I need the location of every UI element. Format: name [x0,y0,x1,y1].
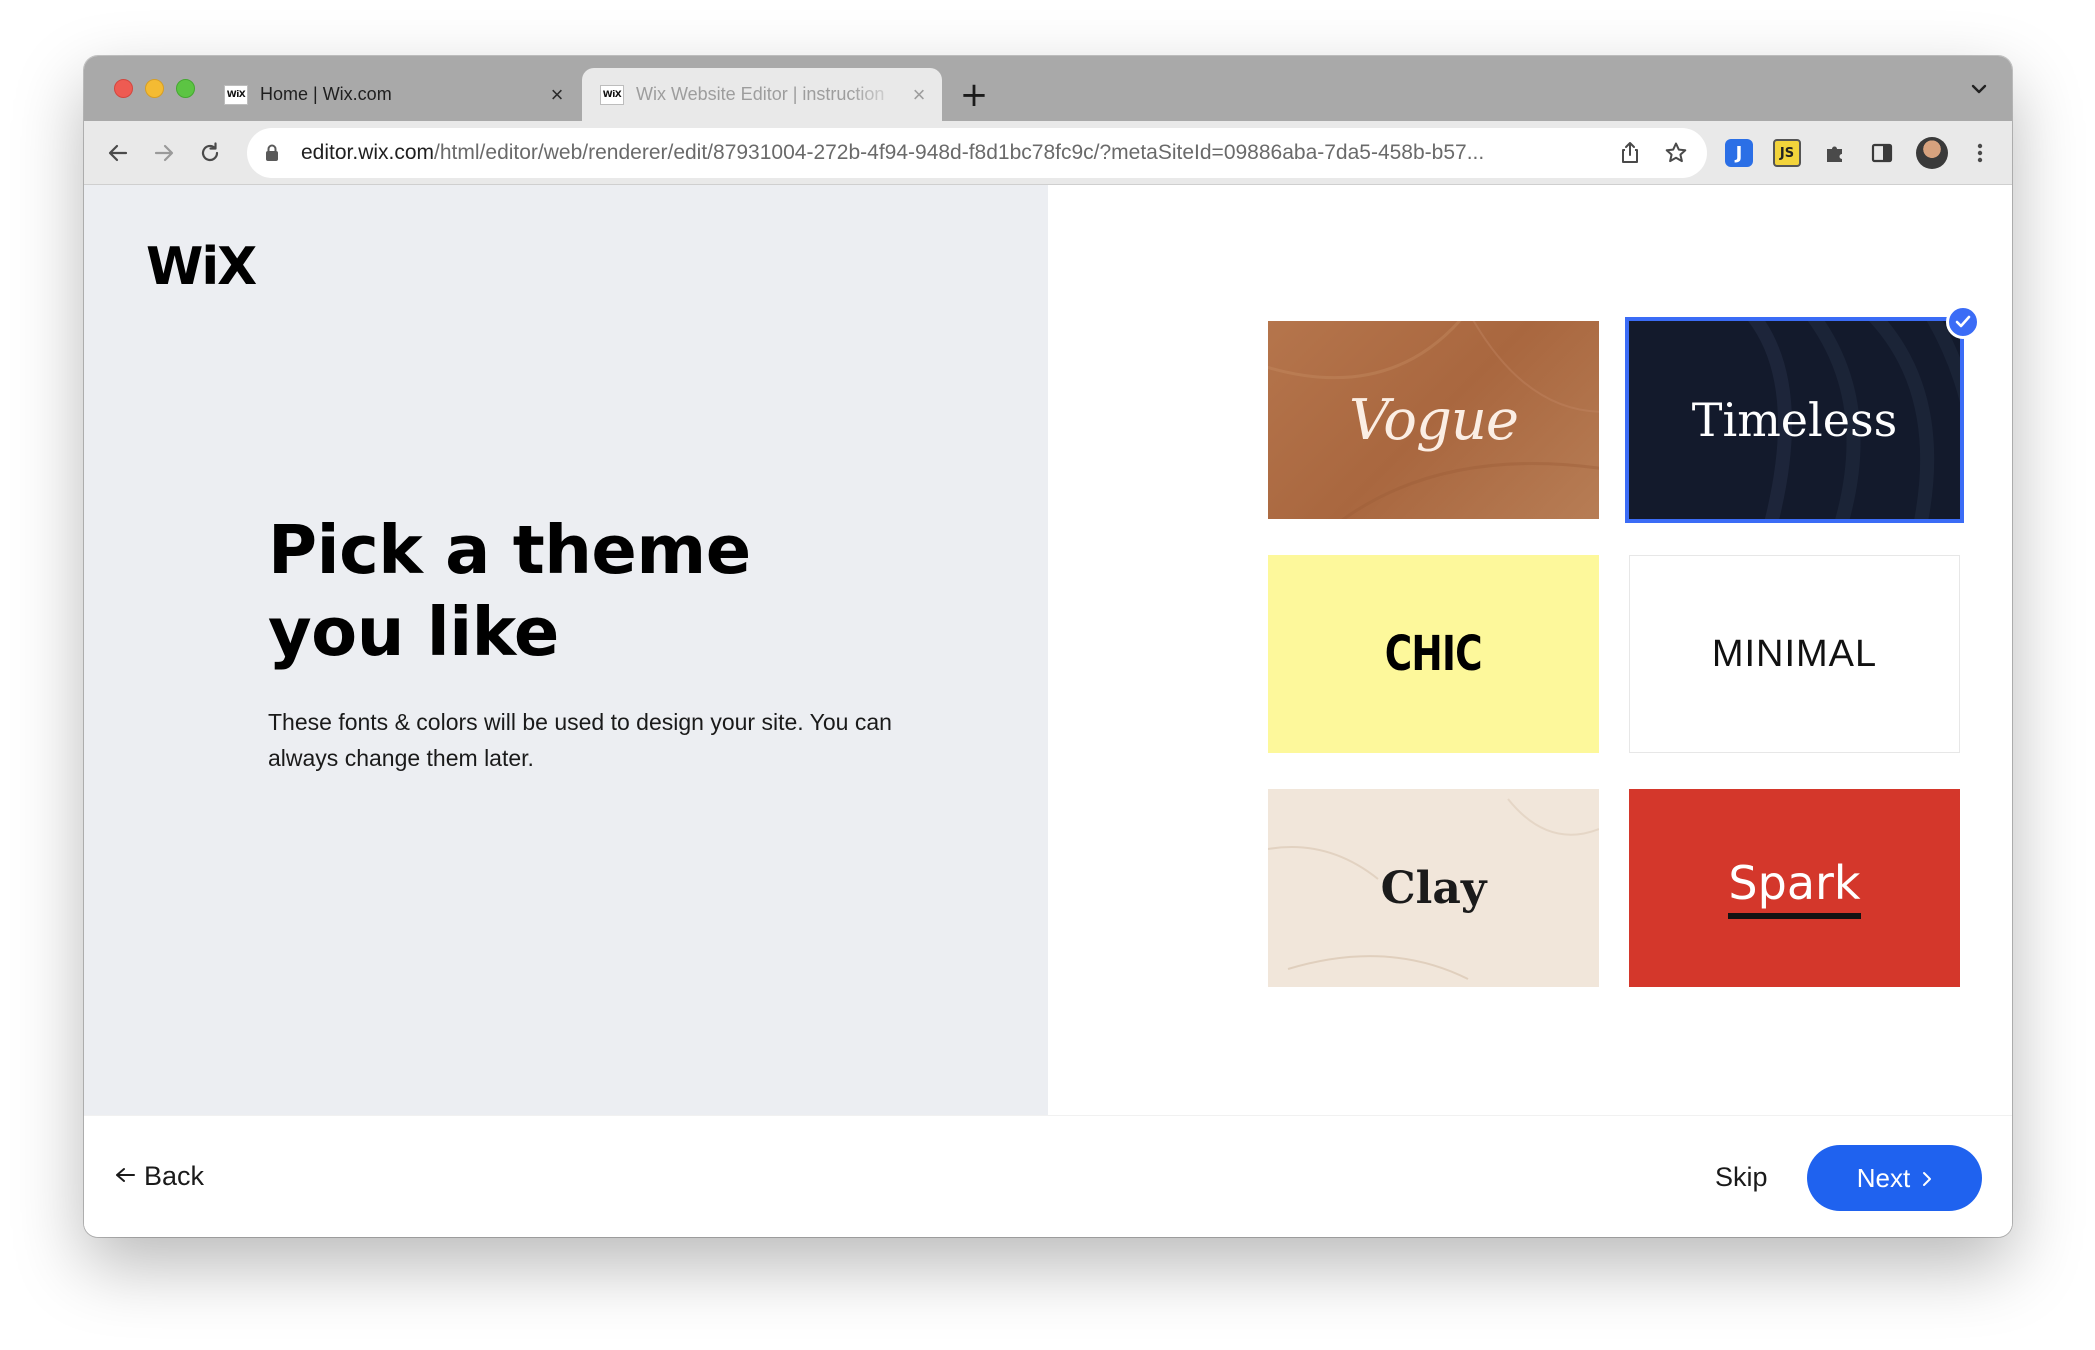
star-icon[interactable] [1661,138,1691,168]
lock-icon [265,144,283,162]
close-window-button[interactable] [114,79,133,98]
browser-window: WiX Home | Wix.com × WiX Wix Website Edi… [84,56,2012,1237]
chevron-right-icon [1922,1163,1932,1194]
wix-favicon-icon: WiX [224,84,248,105]
wix-favicon-icon: WiX [600,84,624,105]
tab-title: Wix Website Editor | instruction [636,84,885,104]
puzzle-icon[interactable] [1821,139,1849,167]
profile-avatar[interactable] [1916,137,1948,169]
tab-strip: WiX Home | Wix.com × WiX Wix Website Edi… [84,56,2012,121]
url-path: /html/editor/web/renderer/edit/87931004-… [434,141,1485,164]
back-label: Back [144,1160,205,1191]
theme-picker: Vogue Timeless CHIC MINIMAL Clay Spark [1048,185,2012,1116]
theme-card-vogue[interactable]: Vogue [1268,321,1599,519]
tab-title: Home | Wix.com [260,84,392,104]
theme-card-timeless[interactable]: Timeless [1625,317,1964,523]
back-arrow-icon [114,1161,136,1192]
url-host: editor.wix.com [301,141,435,164]
next-label: Next [1856,1162,1911,1193]
theme-card-chic[interactable]: CHIC [1268,555,1599,753]
wix-logo: WiX [146,237,257,297]
back-button[interactable]: Back [114,1156,204,1196]
theme-label: Vogue [1348,387,1519,453]
extension-js-icon[interactable]: JS [1773,139,1801,167]
sidepanel-icon[interactable] [1868,139,1896,167]
theme-card-minimal[interactable]: MINIMAL [1629,555,1960,753]
address-bar[interactable]: editor.wix.com/html/editor/web/renderer/… [247,128,1707,178]
next-button[interactable]: Next [1807,1145,1982,1211]
selected-check-icon [1946,305,1980,339]
reload-icon[interactable] [196,139,224,167]
back-arrow-icon[interactable] [104,139,132,167]
tab-wix-editor[interactable]: WiX Wix Website Editor | instruction × [582,68,942,121]
theme-label: MINIMAL [1711,632,1878,675]
page-description: These fonts & colors will be used to des… [268,709,892,771]
theme-label: Timeless [1691,393,1898,447]
page-title: Pick a theme you like [268,511,751,671]
page-content: WiX Pick a theme you like These fonts & … [84,185,2012,1237]
theme-card-spark[interactable]: Spark [1629,789,1960,987]
theme-card-clay[interactable]: Clay [1268,789,1599,987]
forward-arrow-icon[interactable] [150,139,178,167]
browser-toolbar: editor.wix.com/html/editor/web/renderer/… [84,121,2012,185]
url-text: editor.wix.com/html/editor/web/renderer/… [301,141,1615,165]
kebab-menu-icon[interactable] [1966,139,1994,167]
theme-label: Clay [1380,862,1487,914]
tab-home-wix[interactable]: WiX Home | Wix.com × [220,68,572,121]
theme-label: Spark [1728,857,1861,919]
share-icon[interactable] [1615,138,1645,168]
minimize-window-button[interactable] [145,79,164,98]
close-tab-icon[interactable]: × [904,82,934,108]
skip-button[interactable]: Skip [1715,1162,1768,1193]
new-tab-button[interactable]: + [952,73,996,117]
theme-label: CHIC [1384,626,1483,682]
close-tab-icon[interactable]: × [542,82,572,108]
extension-j-icon[interactable]: J [1725,139,1753,167]
tab-search-chevron-icon[interactable] [1968,78,1990,100]
footer-nav: Back Skip Next [84,1116,2012,1237]
maximize-window-button[interactable] [176,79,195,98]
intro-panel: WiX Pick a theme you like These fonts & … [84,185,1048,1116]
